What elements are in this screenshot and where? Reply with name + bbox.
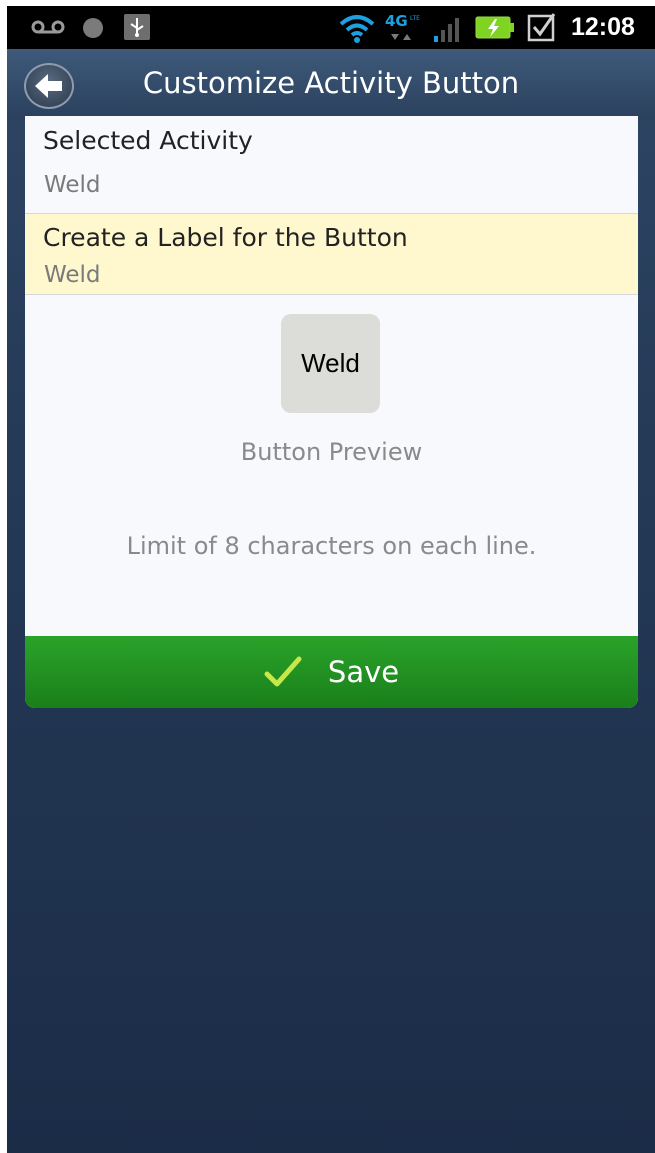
save-button[interactable]: Save — [25, 636, 638, 708]
selected-activity-value: Weld — [44, 172, 101, 198]
save-label: Save — [327, 655, 400, 689]
app-header: Customize Activity Button — [7, 49, 655, 120]
status-time: 12:08 — [571, 13, 635, 41]
wifi-icon — [339, 15, 375, 43]
4g-lte-icon: 4G LTE — [385, 12, 420, 40]
character-limit-note: Limit of 8 characters on each line. — [126, 532, 537, 560]
checkbox-notification-icon — [527, 13, 556, 42]
battery-charging-icon — [475, 16, 514, 39]
checkmark-icon — [264, 656, 302, 687]
selected-activity-title: Selected Activity — [43, 126, 253, 155]
page-title: Customize Activity Button — [142, 66, 520, 100]
status-bar: 4G LTE 12:08 — [7, 6, 655, 49]
usb-icon — [124, 14, 150, 40]
button-preview: Weld — [281, 314, 380, 413]
svg-text:LTE: LTE — [410, 15, 420, 22]
button-label-title: Create a Label for the Button — [43, 223, 408, 252]
phone-screen: 4G LTE 12:08 Customize Activity Button S… — [7, 6, 655, 1153]
svg-text:4G: 4G — [385, 12, 408, 30]
content-panel: Selected Activity Weld Create a Label fo… — [25, 116, 638, 708]
selected-activity-row[interactable]: Selected Activity Weld — [25, 116, 638, 214]
button-label-input[interactable]: Weld — [44, 262, 101, 288]
signal-icon — [434, 18, 459, 42]
button-label-field[interactable]: Create a Label for the Button Weld — [25, 214, 638, 295]
voicemail-icon — [31, 20, 65, 34]
notification-dot-icon — [83, 18, 103, 38]
button-preview-caption: Button Preview — [240, 438, 423, 466]
